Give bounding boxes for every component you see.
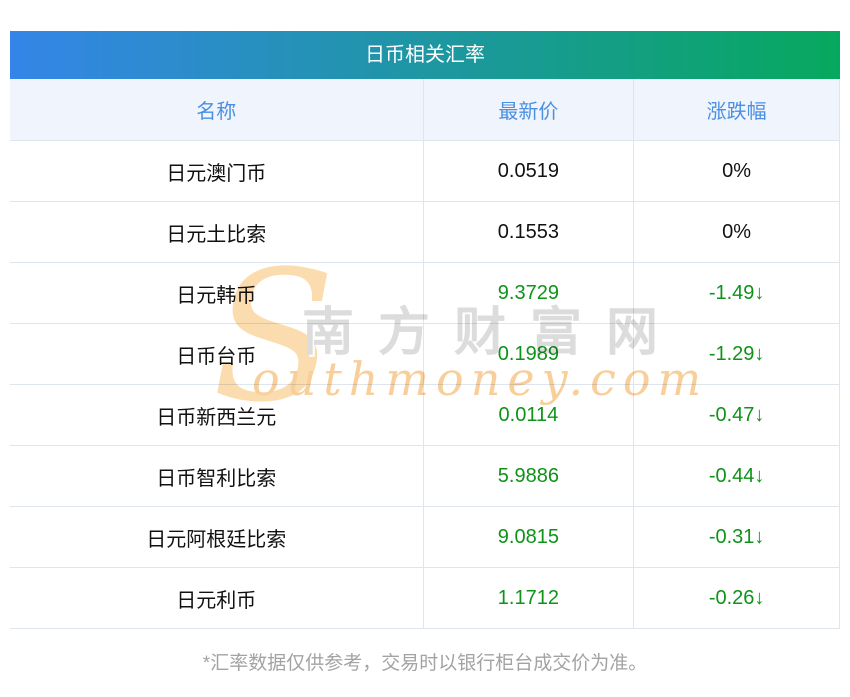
latest-price-value: 0.1989: [422, 324, 634, 384]
table-row: 日元土比索 0.1553 0%: [10, 202, 840, 263]
currency-pair-name: 日币台币: [176, 345, 257, 368]
change-percent-value: 0%: [633, 141, 839, 201]
change-percent-value: -0.47↓: [633, 385, 839, 445]
table-row: 日元阿根廷比索 9.0815 -0.31↓: [10, 507, 840, 568]
change-percent-value: -0.44↓: [633, 446, 839, 506]
currency-pair-name: 日元土比索: [166, 223, 267, 246]
table-header-row: 名称 最新价 涨跌幅: [10, 79, 840, 141]
change-percent-value: -0.31↓: [633, 507, 839, 567]
currency-pair-name: 日元澳门币: [166, 162, 267, 185]
exchange-rate-page: 日币相关汇率 名称 最新价 涨跌幅 日元澳门币 0.0519 0% 日元土比索 …: [0, 0, 850, 697]
exchange-rate-table: 日币相关汇率 名称 最新价 涨跌幅 日元澳门币 0.0519 0% 日元土比索 …: [10, 31, 840, 629]
currency-pair-name: 日元利币: [176, 589, 257, 612]
currency-pair-name: 日币新西兰元: [156, 406, 277, 429]
table-row: 日元澳门币 0.0519 0%: [10, 141, 840, 202]
change-percent-value: -0.26↓: [633, 568, 839, 628]
column-header-name: 名称: [196, 101, 237, 123]
change-percent-value: -1.49↓: [633, 263, 839, 323]
currency-pair-name: 日元韩币: [176, 284, 257, 307]
latest-price-value: 0.1553: [422, 202, 634, 262]
currency-pair-name: 日币智利比索: [156, 467, 277, 490]
latest-price-value: 0.0519: [422, 141, 634, 201]
table-body: 日元澳门币 0.0519 0% 日元土比索 0.1553 0% 日元韩币 9.3…: [10, 141, 840, 629]
column-header-change-percent: 涨跌幅: [633, 79, 839, 140]
table-row: 日币智利比索 5.9886 -0.44↓: [10, 446, 840, 507]
latest-price-value: 5.9886: [422, 446, 634, 506]
latest-price-value: 1.1712: [422, 568, 634, 628]
table-row: 日币新西兰元 0.0114 -0.47↓: [10, 385, 840, 446]
latest-price-value: 9.0815: [422, 507, 634, 567]
change-percent-value: -1.29↓: [633, 324, 839, 384]
table-row: 日元利币 1.1712 -0.26↓: [10, 568, 840, 629]
latest-price-value: 9.3729: [422, 263, 634, 323]
disclaimer-footnote: *汇率数据仅供参考，交易时以银行柜台成交价为准。: [202, 653, 648, 674]
change-percent-value: 0%: [633, 202, 839, 262]
table-title: 日币相关汇率: [10, 31, 840, 79]
currency-pair-name: 日元阿根廷比索: [146, 528, 287, 551]
column-header-latest-price: 最新价: [422, 79, 634, 140]
latest-price-value: 0.0114: [422, 385, 634, 445]
table-row: 日币台币 0.1989 -1.29↓: [10, 324, 840, 385]
table-row: 日元韩币 9.3729 -1.49↓: [10, 263, 840, 324]
